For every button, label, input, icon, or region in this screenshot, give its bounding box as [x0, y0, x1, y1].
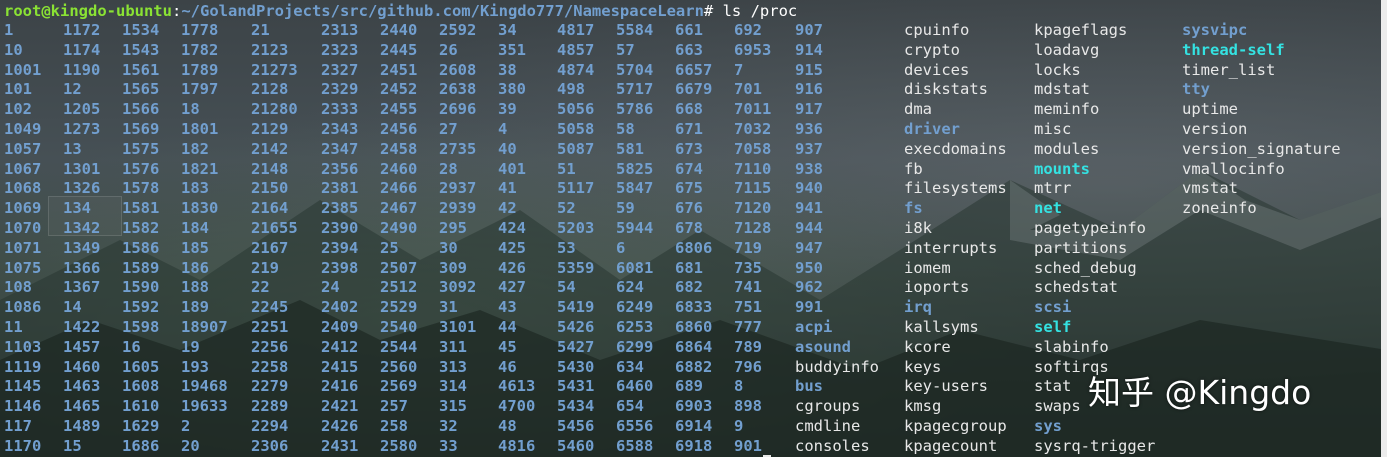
terminal-window[interactable]: root@kingdo-ubuntu:~/GolandProjects/src/… [0, 0, 1387, 457]
window-border [0, 0, 1387, 457]
